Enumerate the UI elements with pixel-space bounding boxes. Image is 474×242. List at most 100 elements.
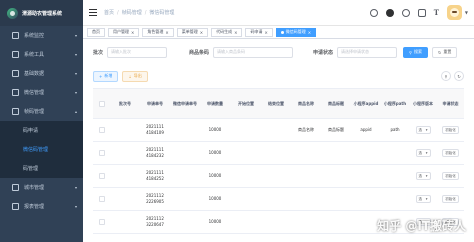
row-checkbox[interactable]: [99, 196, 105, 202]
caret-down-icon[interactable]: ▼: [465, 10, 468, 15]
chevron-down-icon: ▾: [74, 52, 77, 57]
wechat-icon: [12, 89, 19, 96]
batch-input[interactable]: 请输入批次: [107, 46, 168, 58]
refresh-icon[interactable]: ↻: [454, 71, 464, 81]
row-checkbox[interactable]: [99, 219, 105, 225]
question-icon[interactable]: [401, 8, 410, 17]
logo-icon: [7, 7, 18, 19]
search-icon[interactable]: [369, 8, 378, 17]
close-icon[interactable]: ×: [200, 30, 203, 35]
table-row: 2021111 4184252 10000 选 ▾ 初始化: [93, 165, 464, 188]
table-header: 批次号 申请单号 微信申请单号 申请数量 开始位置 结束位置 商品名称 商品标题…: [93, 89, 464, 119]
refresh-icon: ↻: [437, 49, 442, 55]
close-icon[interactable]: ×: [264, 30, 267, 35]
add-button[interactable]: + 新增: [93, 70, 119, 82]
chevron-down-icon: ▾: [425, 151, 428, 155]
tag-menu[interactable]: 菜单管理 ×: [176, 27, 209, 37]
avatar[interactable]: [446, 5, 462, 20]
status-button[interactable]: 初始化: [442, 149, 459, 157]
chevron-down-icon: ▾: [425, 128, 428, 132]
close-icon[interactable]: ×: [165, 30, 168, 35]
chevron-down-icon: ▾: [74, 204, 77, 209]
version-select[interactable]: 选 ▾: [415, 149, 431, 157]
tool-icon: [12, 51, 19, 58]
col-status: 申请状态: [442, 100, 459, 106]
tags-view: 首页 用户管理 × 角色管理 × 菜单管理 × 代码生成 × 码申请 × 微信码管理 ×: [83, 26, 474, 39]
sidebar-item-basedata[interactable]: 基础数据 ▾: [0, 64, 83, 83]
col-title: 商品标题: [328, 100, 344, 106]
version-select[interactable]: 选 ▾: [415, 172, 431, 180]
col-start: 开始位置: [238, 100, 254, 106]
sidebar-item-city[interactable]: 城市管理 ▾: [0, 178, 83, 197]
version-select[interactable]: 选 ▾: [415, 126, 431, 134]
data-icon: [12, 70, 19, 77]
active-dot-icon: [280, 30, 284, 34]
version-select[interactable]: 选 ▾: [415, 195, 431, 203]
breadcrumb-home[interactable]: 首页: [104, 9, 114, 16]
navbar: 首页 / 帧码管理 / 微信码管理 T ▼: [83, 0, 474, 26]
report-icon: [12, 203, 19, 210]
github-icon[interactable]: [385, 8, 394, 17]
breadcrumb-current: 微信码管理: [149, 10, 175, 16]
reset-button[interactable]: ↻ 重置: [431, 46, 458, 58]
barcode-input[interactable]: 请输入商品条码: [213, 46, 294, 58]
close-icon[interactable]: ×: [234, 30, 237, 35]
chevron-down-icon: ▾: [74, 185, 77, 190]
select-all-checkbox[interactable]: [99, 100, 105, 107]
chevron-up-icon: ▴: [74, 109, 77, 114]
col-apply-no: 申请单号: [147, 100, 163, 106]
submenu-code: 码申请 微信码管理 码管理: [0, 121, 83, 178]
col-qty: 申请数量: [207, 100, 223, 106]
sidebar-subitem-wechat-code[interactable]: 微信码管理: [0, 140, 83, 159]
status-button[interactable]: 初始化: [442, 172, 459, 180]
tag-apply[interactable]: 码申请 ×: [245, 27, 273, 37]
app-logo[interactable]: 渭源助农管理系统: [0, 0, 83, 26]
col-wx-no: 微信申请单号: [173, 100, 197, 106]
tag-wechat-code[interactable]: 微信码管理 ×: [275, 27, 317, 37]
fullscreen-icon[interactable]: [417, 8, 426, 17]
row-checkbox[interactable]: [99, 173, 105, 179]
table-row: 2021111 4184232 10000 选 ▾ 初始化: [93, 142, 464, 165]
font-size-icon[interactable]: T: [434, 8, 439, 17]
main-content: 批次 请输入批次 商品条码 请输入商品条码 申请状态 请选择申请状态 ⚲ 搜索 ↻…: [83, 39, 474, 242]
tag-home[interactable]: 首页: [87, 27, 105, 37]
breadcrumb-code[interactable]: 帧码管理: [122, 9, 142, 16]
barcode-label: 商品条码: [189, 49, 210, 56]
sidebar-item-tools[interactable]: 系统工具 ▾: [0, 45, 83, 64]
chevron-down-icon: ▾: [425, 174, 428, 178]
sidebar-item-code[interactable]: 帧码管理 ▴: [0, 102, 83, 121]
col-name: 商品名称: [298, 100, 314, 106]
chevron-down-icon: ▾: [74, 71, 77, 76]
sidebar: 渭源助农管理系统 系统监控 ▾ 系统工具 ▾ 基础数据 ▾ 微信管理 ▾ 帧码管理 ▴ 码…: [0, 0, 83, 242]
col-batch: 批次号: [119, 100, 131, 106]
tag-user[interactable]: 用户管理 ×: [108, 27, 140, 37]
search-form: 批次 请输入批次 商品条码 请输入商品条码 申请状态 请选择申请状态 ⚲ 搜索 ↻…: [93, 45, 464, 59]
search-button[interactable]: ⚲ 搜索: [403, 46, 428, 58]
tag-gen[interactable]: 代码生成 ×: [211, 27, 243, 37]
col-end: 结束位置: [268, 100, 284, 106]
sidebar-item-monitor[interactable]: 系统监控 ▾: [0, 26, 83, 45]
watermark: 知乎 @IT搬砖人: [377, 219, 466, 233]
row-checkbox[interactable]: [99, 127, 105, 133]
code-table: 批次号 申请单号 微信申请单号 申请数量 开始位置 结束位置 商品名称 商品标题…: [93, 88, 464, 234]
sidebar-subitem-code-manage[interactable]: 码管理: [0, 159, 83, 178]
hamburger-icon[interactable]: [89, 9, 97, 16]
search-toggle-icon[interactable]: ⚲: [441, 71, 451, 81]
sidebar-item-report[interactable]: 报表管理 ▾: [0, 197, 83, 216]
breadcrumb: 首页 / 帧码管理 / 微信码管理: [104, 9, 175, 17]
status-select[interactable]: 请选择申请状态: [337, 46, 398, 58]
status-button[interactable]: 初始化: [442, 195, 459, 203]
tag-role[interactable]: 角色管理 ×: [142, 27, 174, 37]
sidebar-item-wechat[interactable]: 微信管理 ▾: [0, 83, 83, 102]
row-checkbox[interactable]: [99, 150, 105, 156]
app-title: 渭源助农管理系统: [22, 10, 63, 17]
close-icon[interactable]: ×: [131, 30, 134, 35]
download-icon: ⇣: [128, 73, 132, 79]
close-icon[interactable]: ×: [308, 30, 311, 35]
toolbar: + 新增 ⇣ 导出 ⚲ ↻: [93, 69, 464, 83]
chevron-down-icon: ▾: [425, 197, 428, 201]
status-button[interactable]: 初始化: [442, 126, 459, 134]
export-button[interactable]: ⇣ 导出: [122, 70, 148, 82]
sidebar-subitem-apply[interactable]: 码申请: [0, 121, 83, 140]
col-appid: 小程序appid: [353, 100, 379, 106]
